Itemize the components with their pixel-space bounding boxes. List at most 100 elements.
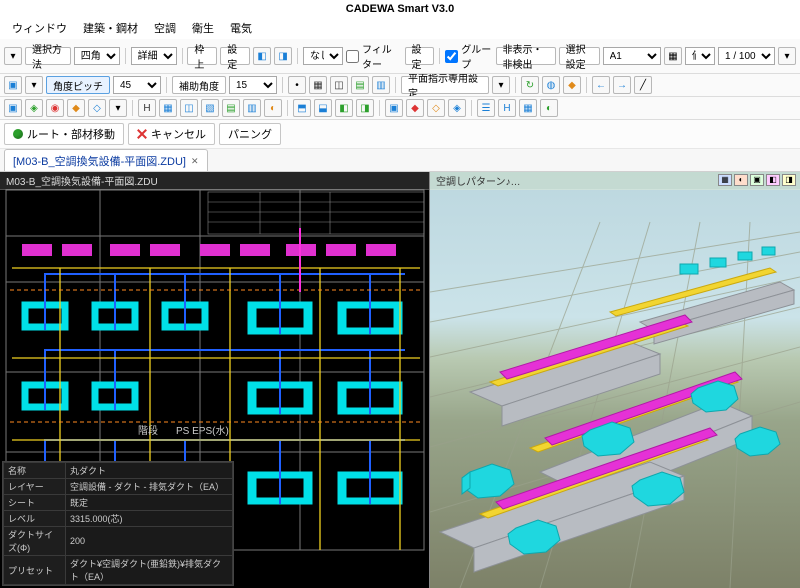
orange-tool-icon[interactable]: ◆ [563,76,581,94]
layer-tool-blue-icon[interactable]: ▥ [372,76,390,94]
menu-building[interactable]: 建築・鋼材 [83,20,138,36]
viewports: M03-B_空調換気設備-平面図.ZDU [0,172,800,588]
select-method-dropdown[interactable]: 四角 [74,47,120,65]
tb3-icon-6[interactable]: ▦ [159,99,177,117]
grid-tool-1-icon[interactable]: ▦ [309,76,327,94]
grid-tool-2-icon[interactable]: ◫ [330,76,348,94]
tb3-icon-15[interactable]: ◨ [356,99,374,117]
prop-row: レベル3315.000(芯) [4,511,233,527]
tb3-icon-11[interactable]: ◐ [264,99,282,117]
value-dropdown[interactable]: 値 [685,47,715,65]
select-settings-button[interactable]: 選択設定 [559,47,600,65]
view3d-btn-1[interactable]: ▦ [718,174,732,186]
tool-a2-dropdown[interactable]: ▾ [25,76,43,94]
aux-angle-dropdown[interactable]: 15 [229,76,277,94]
scale-dropdown[interactable]: 1 / 100 [718,47,775,65]
scale-tool-icon[interactable]: ▾ [778,47,796,65]
separator [586,77,587,93]
view3d-btn-3[interactable]: ▣ [750,174,764,186]
wakugami-button[interactable]: 枠上 [187,47,217,65]
prop-row: レイヤー空調設備 - ダクト - 排気ダクト（EA） [4,479,233,495]
tb3-dropdown-1[interactable]: ▾ [109,99,127,117]
tb3-icon-1[interactable]: ▣ [4,99,22,117]
close-icon [137,129,147,139]
tab-close-icon[interactable]: ✕ [191,156,199,167]
tb3-icon-4[interactable]: ◆ [67,99,85,117]
tb3-icon-22[interactable]: ◐ [540,99,558,117]
menu-electric[interactable]: 電気 [230,20,252,36]
refresh-icon[interactable]: ↻ [521,76,539,94]
tool-icon-1[interactable]: ◧ [253,47,271,65]
cube-tool-icon[interactable]: ◍ [542,76,560,94]
settei-button[interactable]: 設定 [220,47,250,65]
tb3-text-h-icon[interactable]: H [138,99,156,117]
tb3-icon-20[interactable]: ☰ [477,99,495,117]
tb3-icon-3[interactable]: ◉ [46,99,64,117]
tb3-icon-5[interactable]: ◇ [88,99,106,117]
app-title: CADEWA Smart V3.0 [346,3,454,15]
angle-pitch-dropdown[interactable]: 45 [113,76,161,94]
layer-dropdown[interactable]: A1 [603,47,661,65]
layer-tool-green-icon[interactable]: ▤ [351,76,369,94]
arrow-right-icon[interactable]: → [613,76,631,94]
filter-checkbox[interactable] [346,50,359,63]
menu-hvac[interactable]: 空調 [154,20,176,36]
separator [395,77,396,93]
prop-row: 名称丸ダクト [4,463,233,479]
plane-dropdown-icon[interactable]: ▾ [492,76,510,94]
tb3-icon-9[interactable]: ▤ [222,99,240,117]
document-tabs: [M03-B_空調換気設備-平面図.ZDU] ✕ [0,149,800,172]
none-dropdown[interactable]: なし [303,47,343,65]
menu-sanitary[interactable]: 衛生 [192,20,214,36]
view3d-btn-5[interactable]: ◨ [782,174,796,186]
filter-settings-button[interactable]: 設定 [405,47,435,65]
model-3d [430,172,800,588]
tb3-icon-18[interactable]: ◇ [427,99,445,117]
aux-angle-label: 補助角度 [172,76,226,94]
separator [379,100,380,116]
viewport-2d-title: M03-B_空調換気設備-平面図.ZDU [0,172,429,190]
layer-tool-icon[interactable]: ▦ [664,47,682,65]
separator [439,48,440,64]
separator [166,77,167,93]
view3d-btn-2[interactable]: ◐ [734,174,748,186]
tb3-icon-14[interactable]: ◧ [335,99,353,117]
separator [132,100,133,116]
toolbar-2: ▣ ▾ 角度ピッチ 45 補助角度 15 • ▦ ◫ ▤ ▥ 平面指示専用設定 … [0,74,800,97]
tb3-icon-19[interactable]: ◈ [448,99,466,117]
angle-pitch-button[interactable]: 角度ピッチ [46,76,110,94]
dot-tool-icon[interactable]: • [288,76,306,94]
arrow-left-icon[interactable]: ← [592,76,610,94]
dropdown-1-icon[interactable]: ▾ [4,47,22,65]
title-bar: CADEWA Smart V3.0 [0,0,800,18]
viewport-2d[interactable]: M03-B_空調換気設備-平面図.ZDU [0,172,430,588]
view3d-btn-4[interactable]: ◧ [766,174,780,186]
tb3-icon-21[interactable]: ▦ [519,99,537,117]
group-checkbox[interactable] [445,50,458,63]
plane-settings-button[interactable]: 平面指示専用設定 [401,76,489,94]
toolbar-1: ▾ 選択方法 四角 詳細 枠上 設定 ◧ ◨ なし フィルター 設定 グループ … [0,39,800,74]
separator [297,48,298,64]
tb3-icon-8[interactable]: ▧ [201,99,219,117]
tab-label: [M03-B_空調換気設備-平面図.ZDU] [13,153,186,169]
tb3-icon-16[interactable]: ▣ [385,99,403,117]
detail-dropdown[interactable]: 詳細 [131,47,177,65]
document-tab[interactable]: [M03-B_空調換気設備-平面図.ZDU] ✕ [4,149,208,171]
tb3-text-h2-icon[interactable]: H [498,99,516,117]
route-move-button[interactable]: ルート・部材移動 [4,123,124,145]
menu-window[interactable]: ウィンドウ [12,20,67,36]
tool-a1-icon[interactable]: ▣ [4,76,22,94]
tool-icon-2[interactable]: ◨ [274,47,292,65]
tb3-icon-12[interactable]: ⬒ [293,99,311,117]
tb3-icon-13[interactable]: ⬓ [314,99,332,117]
hide-button[interactable]: 非表示・非検出 [496,47,556,65]
cancel-button[interactable]: キャンセル [128,123,215,145]
tb3-icon-2[interactable]: ◈ [25,99,43,117]
line-tool-icon[interactable]: ╱ [634,76,652,94]
toolbar-3: ▣ ◈ ◉ ◆ ◇ ▾ H ▦ ◫ ▧ ▤ ▥ ◐ ⬒ ⬓ ◧ ◨ ▣ ◆ ◇ … [0,97,800,120]
tb3-icon-7[interactable]: ◫ [180,99,198,117]
tb3-icon-17[interactable]: ◆ [406,99,424,117]
tb3-icon-10[interactable]: ▥ [243,99,261,117]
panning-button[interactable]: パニング [219,123,281,145]
viewport-3d[interactable]: 空調しパターン♪… ▦ ◐ ▣ ◧ ◨ [430,172,800,588]
